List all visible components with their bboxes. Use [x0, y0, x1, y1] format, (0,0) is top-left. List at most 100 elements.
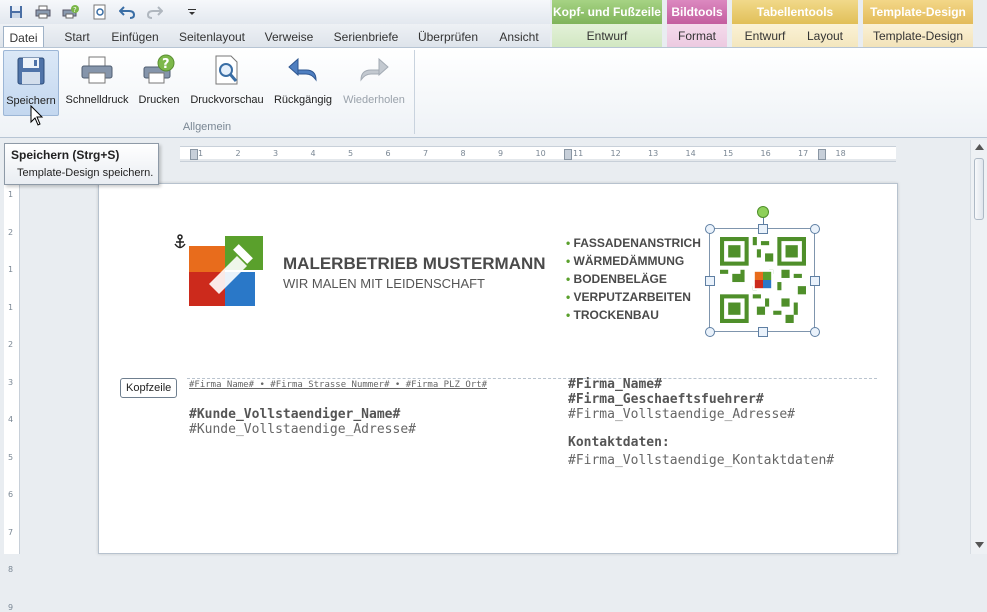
redo-label: Wiederholen	[343, 94, 405, 106]
ruler-tick-label: 14	[685, 149, 696, 158]
tooltip-title: Speichern (Strg+S)	[11, 148, 120, 162]
resize-handle[interactable]	[810, 224, 820, 234]
contextual-tab-groups: Kopf- und Fußzeile Entwurf Bildtools For…	[550, 0, 987, 48]
company-logo	[189, 236, 263, 306]
print-dialog-icon: ?	[135, 50, 183, 90]
ruler-tick-label: 6	[8, 490, 14, 499]
tab-verweise[interactable]: Verweise	[261, 26, 317, 48]
tab-einfuegen[interactable]: Einfügen	[107, 26, 163, 48]
tabellen-tabs: Entwurf Layout	[732, 24, 858, 48]
save-tooltip: Speichern (Strg+S) Template-Design speic…	[4, 143, 159, 185]
ruler-tick-label: 1	[198, 149, 204, 158]
firm-name-field: #Firma_Name#	[568, 377, 662, 392]
ruler-tick-label: 9	[498, 149, 504, 158]
company-name: MALERBETRIEB MUSTERMANN	[283, 254, 546, 273]
context-header-label: Kopf- und Fußzeile	[552, 0, 662, 24]
rotate-handle[interactable]	[757, 206, 769, 218]
ruler-tick-label: 13	[648, 149, 659, 158]
print-dialog-icon[interactable]: ?	[61, 3, 81, 21]
print-preview-label: Druckvorschau	[190, 94, 264, 106]
ruler-tick-label: 4	[310, 149, 316, 158]
resize-handle[interactable]	[758, 224, 768, 234]
qr-code-image	[720, 237, 806, 323]
context-group-template-design: Template-Design Template-Design	[863, 0, 973, 48]
bullet-icon: •	[566, 308, 574, 322]
vertical-ruler[interactable]: 1 2 1 1 2 3 4 5 6 7 8 9	[4, 170, 20, 612]
tab-kopf-entwurf[interactable]: Entwurf	[552, 24, 662, 48]
tab-datei[interactable]: Datei	[3, 26, 44, 48]
ruler-tick-label: 18	[835, 149, 846, 158]
quick-print-label: Schnelldruck	[65, 94, 129, 106]
indent-marker[interactable]	[190, 149, 198, 160]
tab-stop-marker[interactable]	[564, 149, 572, 160]
undo-button[interactable]: Rückgängig	[271, 50, 335, 116]
print-preview-icon	[188, 50, 266, 90]
bullet-icon: •	[566, 290, 574, 304]
tab-bild-format[interactable]: Format	[667, 24, 727, 48]
ruler-tick-label: 17	[798, 149, 809, 158]
header-boundary	[187, 378, 877, 379]
firm-manager-field: #Firma_Geschaeftsfuehrer#	[568, 392, 764, 407]
save-icon	[4, 51, 58, 91]
quick-access-toolbar: ?	[0, 0, 550, 24]
redo-icon[interactable]	[145, 3, 165, 21]
ruler-tick-label: 3	[8, 377, 14, 387]
tab-ueberpruefen[interactable]: Überprüfen	[414, 26, 482, 48]
contact-heading: Kontaktdaten:	[568, 435, 670, 450]
ruler-tick-label: 16	[760, 149, 771, 158]
qr-code-selection[interactable]	[705, 206, 820, 337]
print-label: Drucken	[138, 94, 180, 106]
resize-handle[interactable]	[758, 327, 768, 337]
context-header-label: Tabellentools	[732, 0, 858, 24]
resize-handle[interactable]	[705, 276, 715, 286]
customer-name-field: #Kunde_Vollstaendiger_Name#	[189, 407, 401, 422]
resize-handle[interactable]	[810, 276, 820, 286]
scroll-up-icon[interactable]	[975, 144, 984, 150]
resize-handle[interactable]	[810, 327, 820, 337]
context-group-bildtools: Bildtools Format	[667, 0, 727, 48]
tab-serienbriefe[interactable]: Serienbriefe	[330, 26, 402, 48]
redo-button[interactable]: Wiederholen	[340, 50, 408, 116]
resize-handle[interactable]	[705, 224, 715, 234]
ruler-tick-label: 12	[610, 149, 621, 158]
context-group-tabellentools: Tabellentools Entwurf Layout	[732, 0, 858, 48]
ruler-tick-label: 8	[8, 565, 14, 574]
sender-line: #Firma_Name# • #Firma_Strasse_Nummer# • …	[189, 380, 488, 390]
undo-icon[interactable]	[117, 3, 137, 21]
ruler-tick-label: 8	[460, 149, 466, 158]
ruler-tick-label: 5	[348, 149, 354, 158]
resize-handle[interactable]	[705, 327, 715, 337]
bullet-icon: •	[566, 236, 574, 250]
mouse-cursor-icon	[30, 105, 44, 126]
ruler-tick-label: 1	[8, 265, 14, 274]
tab-template-design[interactable]: Template-Design	[863, 24, 973, 48]
customer-address-field: #Kunde_Vollstaendige_Adresse#	[189, 422, 416, 437]
tab-start[interactable]: Start	[55, 26, 99, 48]
redo-icon	[340, 50, 408, 90]
ruler-tick-label: 2	[8, 340, 14, 349]
document-page[interactable]: MALERBETRIEB MUSTERMANN WIR MALEN MIT LE…	[98, 183, 898, 554]
tab-ansicht[interactable]: Ansicht	[494, 26, 544, 48]
right-indent-marker[interactable]	[818, 149, 826, 160]
scroll-down-icon[interactable]	[975, 542, 984, 548]
tab-seitenlayout[interactable]: Seitenlayout	[175, 26, 249, 48]
horizontal-ruler[interactable]: 1 2 3 4 5 6 7 8 9 10 11 12 13 14 15 16 17 18	[180, 146, 896, 162]
group-separator	[414, 50, 415, 134]
context-group-header-footer: Kopf- und Fußzeile Entwurf	[552, 0, 662, 48]
tab-tabellen-entwurf[interactable]: Entwurf	[735, 24, 795, 48]
print-icon[interactable]	[33, 3, 53, 21]
anchor-icon	[174, 234, 186, 249]
quick-print-button[interactable]: Schnelldruck	[64, 50, 130, 116]
customize-toolbar-icon[interactable]	[182, 3, 202, 21]
ruler-tick-label: 15	[723, 149, 734, 158]
print-button[interactable]: ? Drucken	[135, 50, 183, 116]
header-badge[interactable]: Kopfzeile	[120, 378, 178, 398]
save-icon[interactable]	[6, 3, 26, 21]
print-preview-button[interactable]: Druckvorschau	[188, 50, 266, 116]
context-header-label: Template-Design	[863, 0, 973, 24]
scrollbar-thumb[interactable]	[974, 158, 984, 220]
vertical-scrollbar[interactable]	[970, 140, 987, 554]
tab-tabellen-layout[interactable]: Layout	[795, 24, 855, 48]
printer-icon	[64, 50, 130, 90]
print-preview-icon[interactable]	[90, 3, 110, 21]
